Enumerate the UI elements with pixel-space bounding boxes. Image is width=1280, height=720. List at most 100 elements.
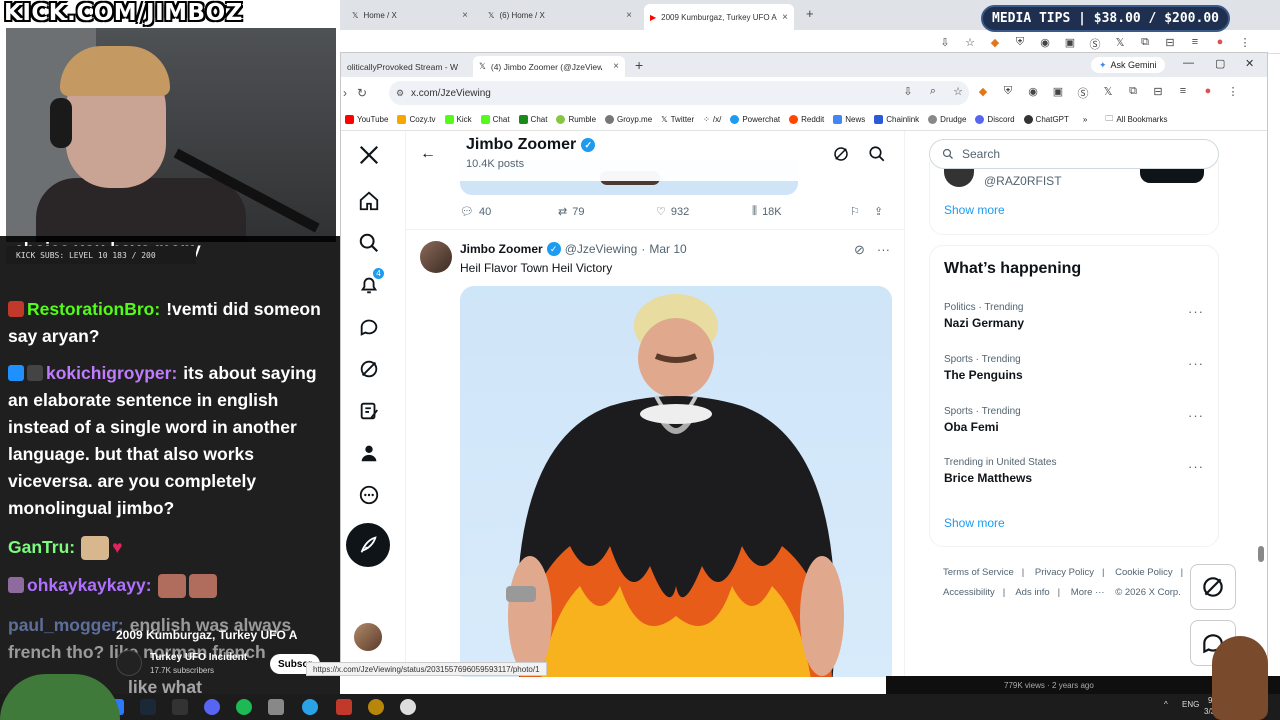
star-icon[interactable]: ☆ (963, 36, 977, 52)
bookmark-reddit[interactable]: Reddit (789, 115, 824, 124)
bookmark-chatgpt[interactable]: ChatGPT (1023, 115, 1069, 124)
new-tab-icon[interactable]: + (806, 6, 814, 21)
grok-icon[interactable]: ⊘ (854, 242, 865, 258)
language-indicator[interactable]: ENG (1182, 700, 1199, 709)
search-input[interactable]: Search (929, 139, 1219, 169)
explore-icon[interactable] (355, 229, 383, 257)
bookmark-twitter[interactable]: 𝕏 Twitter (661, 115, 694, 124)
bookmark-youtube[interactable]: YouTube (345, 115, 388, 124)
extension-icon[interactable]: Ⓢ (1076, 85, 1090, 101)
trend-item[interactable]: Sports · Trending Oba Femi ··· (944, 406, 1204, 434)
close-window-icon[interactable]: ✕ (1245, 57, 1254, 70)
maximize-icon[interactable]: ▢ (1215, 57, 1225, 70)
bookmark-icon[interactable]: ⚐ (850, 205, 874, 218)
puzzle-icon[interactable]: ⧉ (1126, 85, 1140, 101)
close-icon[interactable]: × (613, 61, 619, 72)
ads-info-link[interactable]: Ads info (1015, 587, 1049, 598)
suggested-user-handle[interactable]: @RAZ0RFIST (984, 174, 1062, 188)
tweet-handle[interactable]: @JzeViewing (565, 242, 638, 256)
follow-button[interactable] (1140, 169, 1204, 183)
more-options-icon[interactable]: ··· (1188, 408, 1204, 423)
tab-jimbo-zoomer[interactable]: 𝕏 (4) Jimbo Zoomer (@JzeViewing × (473, 56, 625, 77)
trend-item[interactable]: Politics · Trending Nazi Germany ··· (944, 302, 1204, 330)
trend-item[interactable]: Sports · Trending The Penguins ··· (944, 354, 1204, 382)
channel-name[interactable]: Turkey UFO Incident (150, 652, 247, 663)
more-options-icon[interactable]: ··· (1188, 304, 1204, 319)
scrollbar-thumb[interactable] (1258, 546, 1264, 562)
close-icon[interactable]: × (626, 10, 632, 21)
media-icon[interactable]: ⊟ (1163, 36, 1177, 52)
lists-icon[interactable] (355, 397, 383, 425)
back-arrow-icon[interactable]: ← (420, 145, 436, 163)
extension-icon[interactable]: ▣ (1051, 85, 1065, 101)
back-tab-home[interactable]: 𝕏 Home / X × (346, 4, 474, 26)
bookmark-news[interactable]: News (833, 115, 865, 124)
close-icon[interactable]: × (782, 12, 788, 23)
bookmark-cozy[interactable]: Cozy.tv (397, 115, 436, 124)
all-bookmarks[interactable]: 🗀 All Bookmarks (1105, 113, 1167, 127)
spotify-icon[interactable] (236, 699, 252, 715)
bookmark-kick[interactable]: Kick (444, 115, 472, 124)
trend-item[interactable]: Trending in United States Brice Matthews… (944, 457, 1204, 485)
account-avatar[interactable] (352, 621, 384, 653)
menu-icon[interactable]: ≡ (1176, 85, 1190, 101)
views-button[interactable]: ⫼ 18K (752, 205, 850, 218)
bookmark-rumble[interactable]: Rumble (556, 115, 596, 124)
tweet-image[interactable] (460, 286, 892, 677)
bookmark-chat[interactable]: Chat (480, 115, 510, 124)
steam-icon[interactable] (140, 699, 156, 715)
extension-icon[interactable]: ◉ (1038, 36, 1052, 52)
close-icon[interactable]: × (462, 10, 468, 21)
ask-gemini-button[interactable]: ✦ Ask Gemini (1091, 57, 1165, 73)
cookie-link[interactable]: Cookie Policy (1115, 567, 1173, 578)
app-icon[interactable] (368, 699, 384, 715)
x-logo-icon[interactable]: 𝕏 (1113, 36, 1127, 52)
more-link[interactable]: More ··· (1071, 587, 1105, 598)
media-icon[interactable]: ⊟ (1151, 85, 1165, 101)
terms-link[interactable]: Terms of Service (943, 567, 1014, 578)
post-button[interactable] (346, 523, 390, 567)
terminal-icon[interactable] (172, 699, 188, 715)
youtube-video-title[interactable]: 2009 Kumburgaz, Turkey UFO A (116, 628, 297, 642)
url-field[interactable]: ⚙ x.com/JzeViewing (389, 81, 969, 105)
zoom-icon[interactable]: ⌕ (926, 85, 940, 101)
explorer-icon[interactable] (268, 699, 284, 715)
grok-icon[interactable] (1190, 564, 1236, 610)
bookmark-chainlink[interactable]: Chainlink (874, 115, 919, 124)
tweet-date[interactable]: Mar 10 (649, 242, 686, 256)
extension-icon[interactable]: ◉ (1026, 85, 1040, 101)
shield-icon[interactable]: ⛨ (1013, 36, 1027, 52)
back-icon[interactable]: › (343, 86, 347, 100)
privacy-link[interactable]: Privacy Policy (1035, 567, 1094, 578)
repost-button[interactable]: ⇄ 79 (558, 205, 656, 219)
x-logo-icon[interactable] (355, 141, 383, 169)
site-info-icon[interactable]: ⚙ (396, 88, 404, 99)
back-tab-ufo[interactable]: ▶ 2009 Kumburgaz, Turkey UFO A × (644, 4, 794, 30)
notifications-icon[interactable]: 4 (355, 267, 385, 299)
discord-icon[interactable] (204, 699, 220, 715)
bookmark-drudge[interactable]: Drudge (928, 115, 966, 124)
bookmark-discord[interactable]: Discord (975, 115, 1015, 124)
tweet-author-name[interactable]: Jimbo Zoomer (460, 242, 543, 256)
metamask-icon[interactable]: ◆ (988, 36, 1002, 52)
bookmark-chat-2[interactable]: Chat (518, 115, 547, 124)
more-icon[interactable] (355, 481, 383, 509)
show-more-link[interactable]: Show more (944, 203, 1005, 217)
reload-icon[interactable]: ↻ (357, 86, 367, 100)
profile-icon[interactable]: ● (1213, 36, 1227, 52)
obs-icon[interactable] (400, 699, 416, 715)
user-avatar[interactable] (944, 169, 974, 187)
extension-icon[interactable]: ▣ (1063, 36, 1077, 52)
x-logo-icon[interactable]: 𝕏 (1101, 85, 1115, 101)
star-icon[interactable]: ☆ (951, 85, 965, 101)
bookmark-groyp[interactable]: Groyp.me (605, 115, 652, 124)
kebab-icon[interactable]: ⋮ (1238, 36, 1252, 52)
app-icon[interactable] (336, 699, 352, 715)
minimize-icon[interactable]: — (1183, 57, 1194, 69)
bookmark-powerchat[interactable]: Powerchat (730, 115, 780, 124)
profile-icon[interactable] (355, 439, 383, 467)
tray-chevron-icon[interactable]: ^ (1164, 700, 1168, 709)
reply-button[interactable]: 💬︎ 40 (460, 205, 558, 219)
kebab-icon[interactable]: ⋮ (1226, 85, 1240, 101)
grok-icon[interactable] (355, 355, 383, 383)
